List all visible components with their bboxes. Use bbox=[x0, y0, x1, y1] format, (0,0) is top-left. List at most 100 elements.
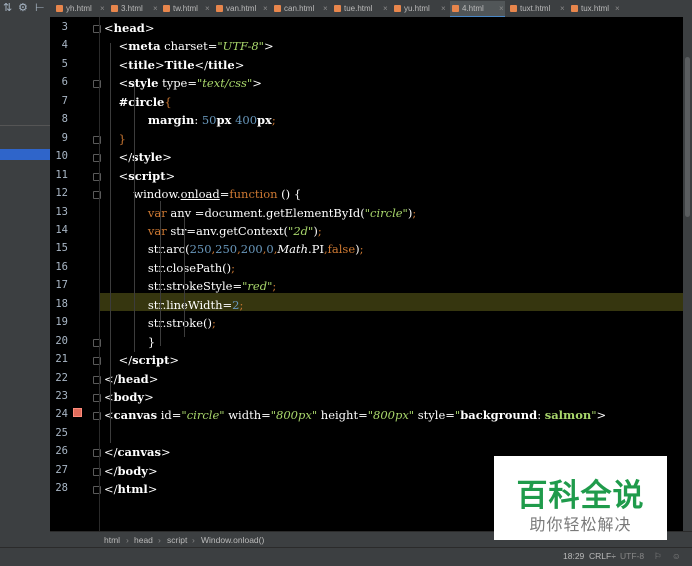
status-bar: 18:29 CRLF÷ UTF-8 ⚐ ☺ bbox=[0, 547, 692, 566]
line-number: 11 bbox=[55, 168, 68, 181]
indent-guide bbox=[160, 201, 161, 346]
line-number: 24 bbox=[55, 408, 68, 421]
line-number: 6 bbox=[61, 76, 68, 89]
panel-divider bbox=[0, 125, 50, 126]
tab-4-html[interactable]: 4.html × bbox=[450, 1, 505, 18]
smiley-icon[interactable]: ☺ bbox=[672, 548, 681, 565]
close-icon[interactable]: × bbox=[323, 1, 328, 16]
code-editor[interactable]: 3 4 5 6 7 8 9 10 11 12 13 14 15 16 17 18 19 20 21 22 23 24 25 2… bbox=[50, 17, 683, 531]
line-number: 4 bbox=[61, 39, 68, 52]
tab-label: tux.html bbox=[581, 4, 610, 13]
code-line[interactable]: </style> bbox=[104, 148, 172, 166]
close-icon[interactable]: × bbox=[153, 1, 158, 16]
code-line[interactable]: #circle{ bbox=[104, 93, 172, 111]
line-number: 25 bbox=[55, 426, 68, 439]
close-icon[interactable]: × bbox=[383, 1, 388, 16]
html-file-icon bbox=[216, 5, 223, 12]
line-separator[interactable]: CRLF÷ bbox=[589, 548, 616, 565]
gear-icon[interactable]: ⚙ bbox=[18, 1, 28, 15]
close-icon[interactable]: × bbox=[499, 1, 504, 16]
tab-label: tuxt.html bbox=[520, 4, 551, 13]
indent-guide bbox=[110, 43, 111, 443]
watermark-title: 百科全说 bbox=[516, 478, 645, 514]
code-line[interactable]: str.lineWidth=2; bbox=[104, 296, 244, 314]
line-number: 26 bbox=[55, 445, 68, 458]
breadcrumb-item-html[interactable]: html bbox=[104, 532, 120, 548]
collapse-icon[interactable]: ⇅ bbox=[3, 1, 12, 15]
tab-yh-html[interactable]: yh.html × bbox=[54, 1, 106, 16]
code-line[interactable]: margin: 50px 400px; bbox=[104, 111, 276, 129]
tab-van-html[interactable]: van.html × bbox=[214, 1, 269, 16]
scrollbar-thumb[interactable] bbox=[685, 57, 690, 217]
selected-project-item[interactable] bbox=[0, 149, 50, 160]
line-number: 18 bbox=[55, 297, 68, 310]
tab-label: yu.html bbox=[404, 4, 430, 13]
tab-tuxt-html[interactable]: tuxt.html × bbox=[508, 1, 566, 16]
code-line[interactable]: <style type="text/css"> bbox=[104, 74, 262, 92]
close-icon[interactable]: × bbox=[560, 1, 565, 16]
tab-tux-html[interactable]: tux.html × bbox=[569, 1, 621, 16]
line-number: 13 bbox=[55, 205, 68, 218]
html-file-icon bbox=[510, 5, 517, 12]
code-line[interactable]: <head> bbox=[104, 19, 154, 37]
cursor-position[interactable]: 18:29 bbox=[563, 548, 584, 565]
html-file-icon bbox=[111, 5, 118, 12]
tab-tw-html[interactable]: tw.html × bbox=[161, 1, 211, 16]
code-line[interactable]: str.strokeStyle="red"; bbox=[104, 277, 276, 295]
tab-label: yh.html bbox=[66, 4, 92, 13]
line-number: 5 bbox=[61, 57, 68, 70]
breadcrumb-item-head[interactable]: head bbox=[134, 532, 153, 548]
indent-guide bbox=[184, 217, 185, 337]
close-icon[interactable]: × bbox=[100, 1, 105, 16]
tab-tue-html[interactable]: tue.html × bbox=[332, 1, 389, 16]
indent-guide bbox=[134, 82, 135, 352]
code-line[interactable]: </html> bbox=[104, 480, 157, 498]
code-line[interactable]: str.arc(250,250,200,0,Math.PI,false); bbox=[104, 240, 364, 258]
file-encoding[interactable]: UTF-8 bbox=[620, 548, 644, 565]
code-line[interactable]: } bbox=[104, 130, 126, 148]
watermark-logo: 百科全说 助你轻松解决 bbox=[494, 456, 667, 540]
tab-3-html[interactable]: 3.html × bbox=[109, 1, 159, 16]
breadcrumb-separator: › bbox=[126, 535, 129, 545]
tab-label: tue.html bbox=[344, 4, 373, 13]
line-number: 12 bbox=[55, 187, 68, 200]
close-icon[interactable]: × bbox=[615, 1, 620, 16]
code-line[interactable]: <script> bbox=[104, 167, 176, 185]
hide-panel-icon[interactable]: ⊢ bbox=[35, 1, 45, 15]
vertical-scrollbar[interactable] bbox=[683, 17, 692, 531]
code-line[interactable]: </body> bbox=[104, 462, 158, 480]
html-file-icon bbox=[394, 5, 401, 12]
close-icon[interactable]: × bbox=[441, 1, 446, 16]
line-number: 9 bbox=[61, 131, 68, 144]
gutter-separator bbox=[99, 17, 100, 531]
breadcrumb-item-script[interactable]: script bbox=[167, 532, 187, 548]
code-line[interactable]: <title>Title</title> bbox=[104, 56, 245, 74]
code-line[interactable]: <canvas id="circle" width="800px" height… bbox=[104, 406, 606, 424]
line-number: 16 bbox=[55, 260, 68, 273]
line-number: 21 bbox=[55, 353, 68, 366]
code-line[interactable]: <meta charset="UTF-8"> bbox=[104, 37, 274, 55]
code-line[interactable]: <body> bbox=[104, 388, 154, 406]
close-icon[interactable]: × bbox=[263, 1, 268, 16]
tab-label: 3.html bbox=[121, 4, 143, 13]
code-line[interactable]: </script> bbox=[104, 351, 179, 369]
line-number: 20 bbox=[55, 334, 68, 347]
breakpoint-icon[interactable] bbox=[73, 408, 82, 417]
code-line[interactable]: </canvas> bbox=[104, 443, 171, 461]
code-line[interactable]: var str=anv.getContext("2d"); bbox=[104, 222, 322, 240]
code-line[interactable]: } bbox=[104, 333, 155, 351]
project-panel[interactable] bbox=[0, 17, 50, 547]
lock-icon[interactable]: ⚐ bbox=[654, 548, 662, 565]
breadcrumb-separator: › bbox=[158, 535, 161, 545]
code-line[interactable]: str.closePath(); bbox=[104, 259, 235, 277]
tab-can-html[interactable]: can.html × bbox=[272, 1, 329, 16]
code-line[interactable]: </head> bbox=[104, 370, 158, 388]
html-file-icon bbox=[452, 5, 459, 12]
line-number: 27 bbox=[55, 463, 68, 476]
code-line[interactable]: var anv =document.getElementById("circle… bbox=[104, 204, 416, 222]
line-gutter[interactable]: 3 4 5 6 7 8 9 10 11 12 13 14 15 16 17 18 19 20 21 22 23 24 25 2… bbox=[50, 17, 101, 531]
breadcrumb-item-function[interactable]: Window.onload() bbox=[201, 532, 264, 548]
tab-yu-html[interactable]: yu.html × bbox=[392, 1, 447, 16]
close-icon[interactable]: × bbox=[205, 1, 210, 16]
line-number: 8 bbox=[61, 113, 68, 126]
